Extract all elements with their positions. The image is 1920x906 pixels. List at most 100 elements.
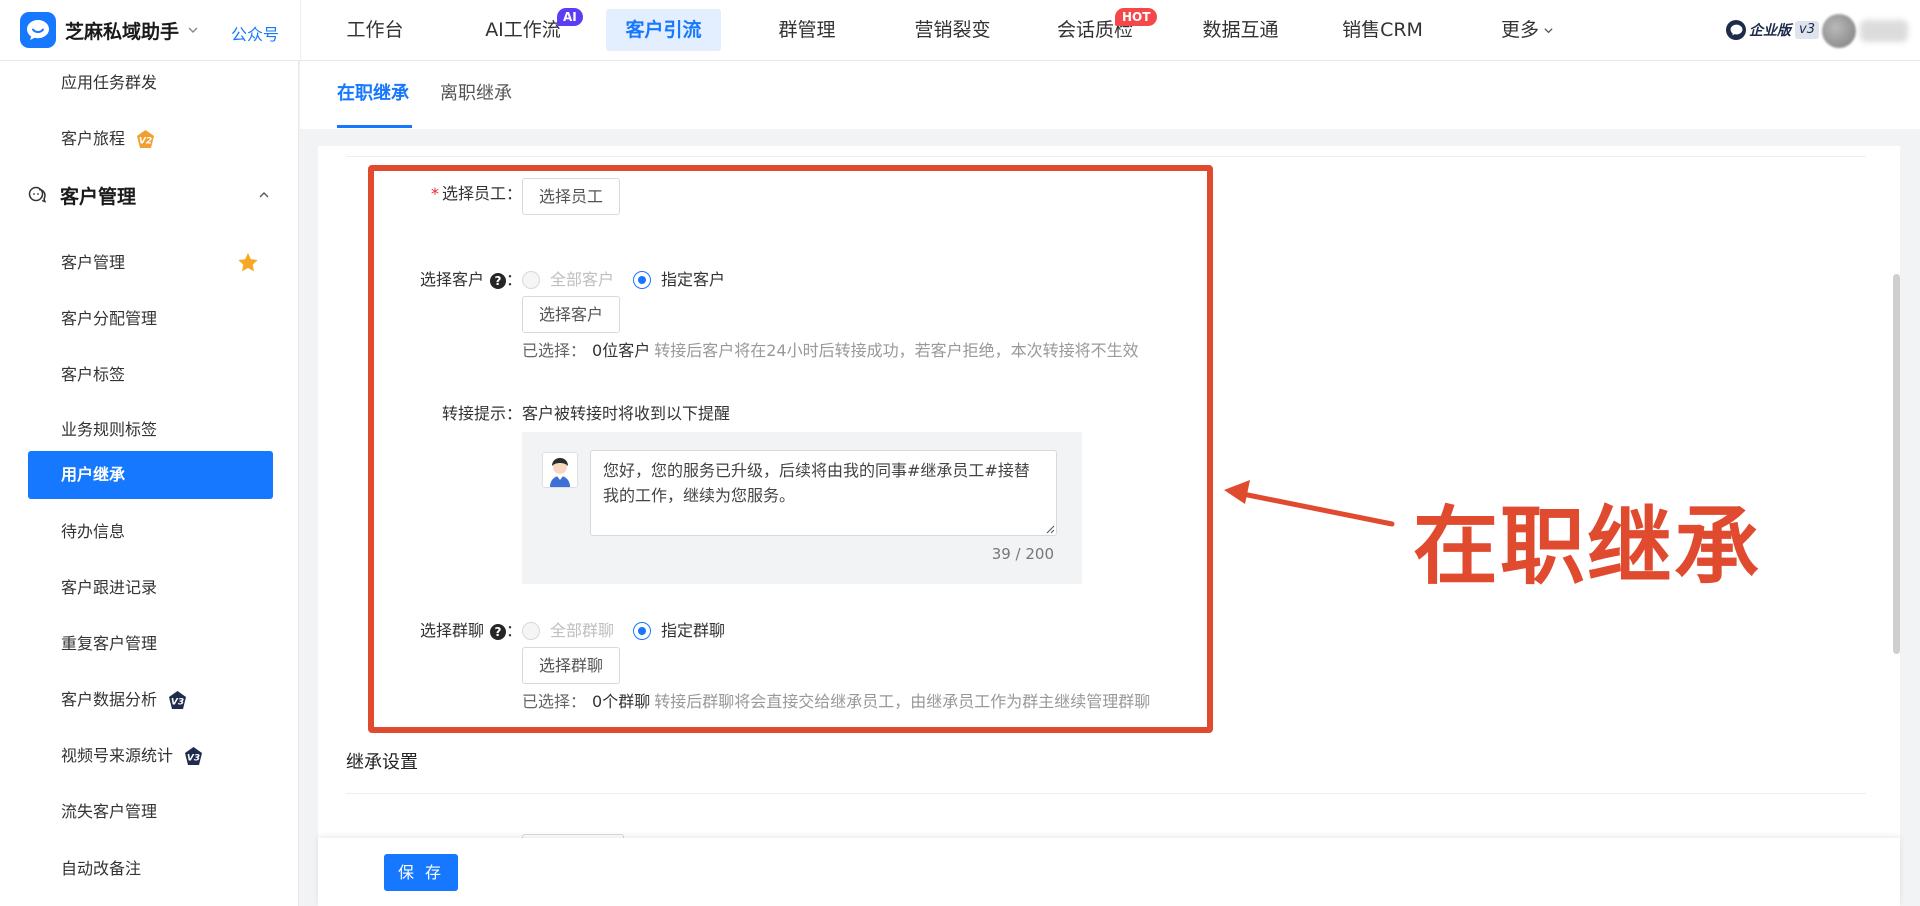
colon: ： [505, 270, 522, 289]
brand-name: 芝麻私域助手 [65, 20, 180, 43]
nav-item-group-management[interactable]: 群管理 [762, 9, 852, 51]
nav-item-customer-acquisition[interactable]: 客户引流 [606, 9, 721, 51]
radio-all-groups[interactable]: 全部群聊 [522, 620, 614, 642]
customer-selected-summary: 已选择： 0位客户 转接后客户将在24小时后转接成功，若客户拒绝，本次转接将不生效 [522, 340, 1139, 362]
radio-label: 全部客户 [550, 270, 615, 289]
edition-label: 企业版 [1749, 23, 1791, 39]
resize-handle-icon[interactable] [1046, 525, 1055, 534]
radio-dot [522, 622, 540, 640]
svg-text:V3: V3 [187, 754, 200, 764]
v3-tag-icon: V3 [185, 747, 203, 765]
top-navigation-bar: 芝麻私域助手 公众号 工作台 AI工作流 AI 客户引流 群管理 营销裂变 会话质… [0, 0, 1920, 61]
radio-dot [633, 271, 651, 289]
sidebar-item-follow-up-records[interactable]: 客户跟进记录 [61, 576, 157, 600]
scrollbar[interactable] [1893, 274, 1900, 654]
select-employee-button[interactable]: 选择员工 [522, 178, 621, 215]
sidebar-group-label: 客户管理 [60, 185, 137, 208]
customer-label-text: 选择客户 [419, 270, 484, 289]
sidebar-item-label: 客户跟进记录 [61, 578, 158, 597]
help-icon[interactable]: ? [489, 272, 506, 289]
radio-all-customers[interactable]: 全部客户 [522, 269, 614, 291]
brand[interactable]: 芝麻私域助手 [20, 12, 199, 48]
radio-label: 指定客户 [661, 270, 726, 289]
sidebar-item-user-inheritance[interactable]: 用户继承 [28, 451, 273, 499]
selected-prefix: 已选择： [522, 692, 587, 711]
sidebar-item-duplicate-customers[interactable]: 重复客户管理 [61, 632, 157, 656]
nav-item-more[interactable]: 更多 [1490, 9, 1565, 51]
sidebar-item-customer-journey[interactable]: 客户旅程 V2 [61, 127, 156, 151]
sidebar-item-label: 用户继承 [61, 465, 126, 484]
sidebar-item-todo[interactable]: 待办信息 [61, 520, 125, 544]
employee-label: * 选择员工： [428, 183, 522, 205]
message-preview-box: 您好，您的服务已升级，后续将由我的同事#继承员工#接替我的工作，继续为您服务。 … [522, 432, 1082, 584]
radio-label: 指定群聊 [661, 621, 726, 640]
sidebar-group-customer-management[interactable]: 客户管理 [28, 180, 136, 210]
chevron-down-icon [188, 27, 198, 33]
sidebar: 应用任务群发 客户旅程 V2 客户管理 客户管理 客户分配管理 客户标签 业务规… [0, 61, 299, 906]
transfer-message-textarea[interactable]: 您好，您的服务已升级，后续将由我的同事#继承员工#接替我的工作，继续为您服务。 [590, 450, 1057, 536]
sidebar-item-customer-analytics[interactable]: 客户数据分析 V3 [61, 688, 188, 712]
edition-version: v3 [1795, 21, 1819, 39]
help-icon[interactable]: ? [489, 623, 506, 640]
sidebar-item-label: 待办信息 [61, 522, 126, 541]
sidebar-item-business-rule-tags[interactable]: 业务规则标签 [61, 418, 157, 442]
sidebar-item-label: 应用任务群发 [61, 73, 158, 92]
sidebar-item-label: 客户旅程 [61, 129, 126, 148]
tab-bar: 在职继承 离职继承 [300, 61, 1920, 129]
sidebar-item-customer-allocation[interactable]: 客户分配管理 [61, 307, 157, 331]
sidebar-item-customer-management[interactable]: 客户管理 [61, 251, 271, 275]
star-icon[interactable] [236, 251, 260, 275]
nav-item-label: 数据互通 [1202, 19, 1279, 41]
divider [346, 156, 1866, 157]
nav-item-workbench[interactable]: 工作台 [330, 9, 420, 51]
radio-specified-customers[interactable]: 指定客户 [633, 269, 725, 291]
sidebar-item-channels-source-stats[interactable]: 视频号来源统计 V3 [61, 744, 204, 768]
sidebar-item-label: 业务规则标签 [61, 420, 158, 439]
nav-item-ai-workflow[interactable]: AI工作流 AI [473, 8, 583, 51]
v2-tag-icon: V2 [137, 130, 155, 148]
selected-hint: 转接后群聊将会直接交给继承员工，由继承员工作为群主继续管理群聊 [654, 692, 1151, 711]
hot-badge: HOT [1115, 8, 1158, 26]
radio-label: 全部群聊 [550, 621, 615, 640]
select-group-button[interactable]: 选择群聊 [522, 647, 621, 684]
gzh-link[interactable]: 公众号 [231, 21, 279, 45]
group-label: 选择群聊?： [408, 620, 522, 642]
save-button[interactable]: 保 存 [384, 854, 458, 891]
group-label-text: 选择群聊 [419, 621, 484, 640]
nav-item-session-qc[interactable]: 会话质检 HOT [1050, 8, 1158, 51]
nav-item-sales-crm[interactable]: 销售CRM [1335, 9, 1430, 51]
sidebar-item-label: 流失客户管理 [61, 802, 158, 821]
nav-divider [300, 0, 301, 61]
user-name-blurred[interactable] [1860, 20, 1908, 42]
sidebar-item-customer-tags[interactable]: 客户标签 [61, 363, 125, 387]
tab-active-employee-inheritance[interactable]: 在职继承 [337, 80, 409, 108]
chevron-down-icon [1544, 28, 1553, 34]
sidebar-item-label: 客户标签 [61, 365, 126, 384]
nav-item-label: 营销裂变 [914, 19, 991, 41]
nav-item-data-sync[interactable]: 数据互通 [1193, 9, 1288, 51]
inheritance-settings-title: 继承设置 [346, 752, 418, 773]
brand-logo-icon [20, 12, 56, 48]
radio-specified-groups[interactable]: 指定群聊 [633, 620, 725, 642]
customer-group-icon [28, 186, 47, 203]
v3-tag-icon: V3 [169, 691, 187, 709]
user-avatar[interactable] [1822, 14, 1856, 48]
nav-item-marketing-fission[interactable]: 营销裂变 [905, 9, 1000, 51]
divider [346, 793, 1866, 794]
select-customer-button[interactable]: 选择客户 [522, 296, 621, 333]
sidebar-item-auto-remark[interactable]: 自动改备注 [61, 857, 141, 881]
nav-item-label: 更多 [1500, 19, 1539, 41]
nav-item-label: 客户引流 [625, 19, 702, 41]
svg-text:V3: V3 [171, 698, 184, 708]
annotation-arrow-icon [1224, 480, 1395, 527]
tab-resigned-employee-inheritance[interactable]: 离职继承 [440, 80, 512, 108]
sidebar-item-label: 重复客户管理 [61, 634, 158, 653]
sidebar-item-label: 视频号来源统计 [61, 746, 174, 765]
chevron-up-icon[interactable] [258, 189, 270, 201]
notice-label: 转接提示： [441, 404, 522, 423]
sidebar-item-lost-customers[interactable]: 流失客户管理 [61, 800, 157, 824]
selected-count: 0位客户 [592, 341, 651, 360]
nav-item-label: 销售CRM [1342, 19, 1423, 41]
sidebar-item-app-task-broadcast[interactable]: 应用任务群发 [61, 71, 157, 95]
required-mark: * [430, 184, 439, 203]
